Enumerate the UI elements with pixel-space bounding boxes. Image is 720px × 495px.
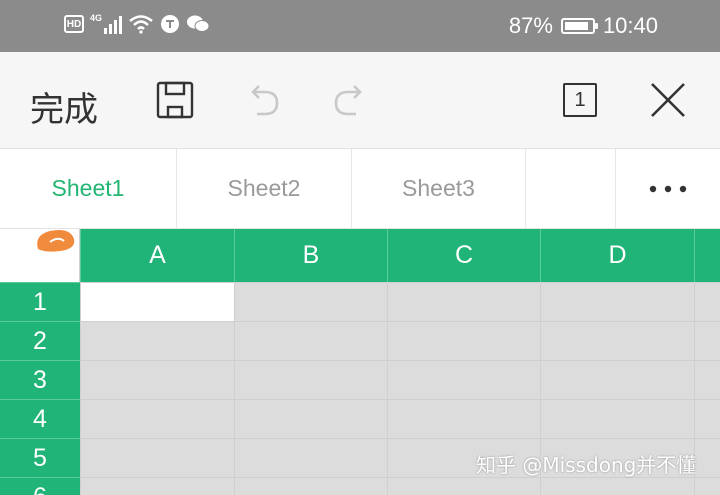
redo-icon (334, 85, 362, 116)
grid-cell[interactable] (694, 360, 720, 399)
grid-cell[interactable] (234, 321, 387, 360)
tab-sheet3[interactable]: Sheet3 (352, 149, 526, 228)
column-header-e[interactable] (694, 229, 720, 282)
grid-cell[interactable] (540, 360, 694, 399)
grid-cell[interactable] (540, 282, 694, 321)
status-right: 87% 10:40 (509, 14, 658, 38)
grid-cell[interactable] (234, 438, 387, 477)
zhihu-notification-icon (161, 15, 180, 33)
undo-button[interactable] (243, 80, 283, 120)
close-icon (651, 83, 685, 117)
grid-cell[interactable] (80, 438, 234, 477)
column-header-b[interactable]: B (234, 229, 387, 282)
done-button[interactable]: 完成 (30, 82, 98, 131)
battery-percent: 87% (508, 13, 553, 38)
grid-cell[interactable] (80, 360, 234, 399)
grid-cell[interactable] (387, 360, 540, 399)
grid-cell[interactable] (387, 321, 540, 360)
pages-count-icon: 1 (563, 83, 597, 117)
grid-cell[interactable] (694, 399, 720, 438)
grid-cell[interactable] (234, 477, 387, 495)
column-header-d[interactable]: D (540, 229, 694, 282)
hd-badge: HD (64, 15, 84, 33)
redo-button[interactable] (330, 80, 370, 120)
grid-cell[interactable] (694, 321, 720, 360)
grid-cell[interactable] (540, 321, 694, 360)
row-header-6[interactable]: 6 (0, 477, 80, 495)
clock: 10:40 (602, 13, 658, 38)
close-button[interactable] (648, 80, 688, 120)
row-header-5[interactable]: 5 (0, 438, 80, 477)
grid-cell[interactable] (80, 321, 234, 360)
watermark: 知乎 @Missdong并不懂 (476, 453, 697, 477)
row-header-4[interactable]: 4 (0, 399, 80, 438)
grid-cell[interactable] (387, 282, 540, 321)
status-left: HD 4G (64, 14, 210, 34)
status-bar: HD 4G 87% 10:40 (0, 0, 720, 52)
grid-cell[interactable] (694, 477, 720, 495)
grid-cell[interactable] (234, 399, 387, 438)
selected-cell[interactable] (80, 282, 234, 321)
grid-cell[interactable] (387, 399, 540, 438)
undo-icon (251, 85, 279, 116)
more-dots-icon (649, 185, 687, 192)
grid-cell[interactable] (234, 360, 387, 399)
row-header-1[interactable]: 1 (0, 282, 80, 321)
column-header-c[interactable]: C (387, 229, 540, 282)
grid-cell[interactable] (387, 477, 540, 495)
select-all-corner[interactable] (0, 229, 80, 282)
grid-cell[interactable] (234, 282, 387, 321)
grid-cell[interactable] (80, 399, 234, 438)
network-type: 4G (90, 13, 103, 23)
row-header-2[interactable]: 2 (0, 321, 80, 360)
grid-cell[interactable] (540, 399, 694, 438)
wifi-icon (129, 15, 153, 34)
grid-cell[interactable] (694, 282, 720, 321)
save-icon (156, 81, 194, 119)
grid-cell[interactable] (540, 477, 694, 495)
corner-annotation-mark (37, 230, 75, 252)
battery-icon (560, 18, 598, 34)
wechat-notification-icon (187, 15, 210, 32)
tab-sheet2[interactable]: Sheet2 (177, 149, 352, 228)
page-count: 1 (574, 88, 586, 111)
sheet-tabs: Sheet1 Sheet2 Sheet3 (0, 149, 720, 229)
signal-icon: 4G (90, 13, 123, 34)
grid-cell[interactable] (694, 438, 720, 477)
tab-sheet1[interactable]: Sheet1 (0, 149, 177, 228)
tab-empty (526, 149, 616, 228)
row-header-3[interactable]: 3 (0, 360, 80, 399)
column-header-a[interactable]: A (80, 229, 234, 282)
more-tabs-button[interactable] (616, 149, 720, 228)
save-button[interactable] (155, 80, 195, 120)
pages-button[interactable]: 1 (560, 80, 600, 120)
toolbar: 完成 1 (0, 52, 720, 149)
grid-cell[interactable] (80, 477, 234, 495)
